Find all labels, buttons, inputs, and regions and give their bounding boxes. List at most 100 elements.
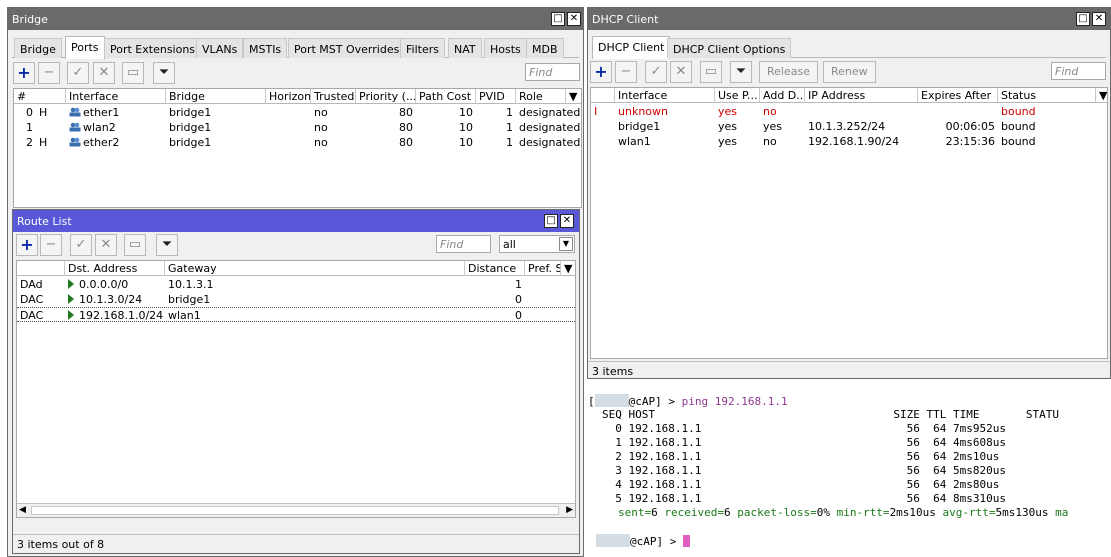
- bridge-toolbar: + − ✓ ✕ ▭ ⏷ Find: [8, 62, 583, 86]
- col-priority[interactable]: Priority (...: [356, 89, 416, 104]
- tab-dhcp-client-options[interactable]: DHCP Client Options: [667, 38, 792, 58]
- close-icon[interactable]: ✕: [560, 214, 574, 228]
- comment-icon[interactable]: ▭: [124, 234, 146, 256]
- dhcp-find-input[interactable]: Find: [1051, 62, 1106, 80]
- row-status: bound: [1001, 105, 1036, 118]
- col-trusted[interactable]: Trusted: [311, 89, 356, 104]
- filter-icon[interactable]: ⏷: [153, 62, 175, 84]
- dropdown-arrow-icon[interactable]: ▼: [559, 237, 573, 251]
- horizontal-scrollbar[interactable]: ◀ ▶: [17, 503, 575, 517]
- col-role[interactable]: Role: [516, 89, 566, 104]
- col-pref-src[interactable]: Pref. S: [525, 261, 561, 276]
- col-status[interactable]: Status: [998, 88, 1096, 103]
- close-icon[interactable]: ✕: [567, 12, 581, 26]
- ping-reply-line: 1 192.168.1.1 56 64 4ms608us: [602, 436, 1006, 449]
- row-priority: 80: [399, 121, 413, 134]
- row-flag: H: [39, 106, 48, 119]
- remove-icon[interactable]: −: [38, 62, 60, 84]
- col-pvid[interactable]: PVID: [476, 89, 516, 104]
- col-dst-address[interactable]: Dst. Address: [65, 261, 165, 276]
- maximize-icon[interactable]: □: [544, 214, 558, 228]
- ping-header: SEQ HOST SIZE TTL TIME STATU: [602, 408, 1059, 421]
- table-row[interactable]: 0 H ether1 bridge1 no 80 10 1 designated…: [14, 105, 581, 120]
- maximize-icon[interactable]: □: [551, 12, 565, 26]
- route-filter-select[interactable]: all ▼: [499, 235, 575, 253]
- terminal[interactable]: [@cAP] > ping 192.168.1.1 SEQ HOST SIZE …: [588, 384, 1111, 557]
- col-bridge[interactable]: Bridge: [166, 89, 266, 104]
- disable-icon[interactable]: ✕: [93, 62, 115, 84]
- col-horizon[interactable]: Horizon: [266, 89, 311, 104]
- add-icon[interactable]: +: [13, 62, 35, 84]
- col-add-default[interactable]: Add D...: [760, 88, 805, 103]
- tab-filters[interactable]: Filters: [400, 38, 445, 58]
- table-row[interactable]: 2 H ether2 bridge1 no 80 10 1 designated…: [14, 135, 581, 150]
- tab-vlans[interactable]: VLANs: [196, 38, 244, 58]
- scroll-thumb[interactable]: [31, 506, 559, 515]
- close-icon[interactable]: ✕: [1092, 12, 1106, 26]
- remove-icon[interactable]: −: [615, 61, 637, 83]
- col-interface[interactable]: Interface: [615, 88, 715, 103]
- filter-icon[interactable]: ⏷: [156, 234, 178, 256]
- tab-nat[interactable]: NAT: [448, 38, 482, 58]
- renew-button[interactable]: Renew: [823, 61, 876, 83]
- row-expires: [918, 104, 998, 119]
- col-distance[interactable]: Distance: [465, 261, 525, 276]
- bridge-ports-table: # Interface Bridge Horizon Trusted Prior…: [13, 88, 582, 208]
- table-row[interactable]: bridge1 yes yes 10.1.3.252/24 00:06:05 b…: [591, 119, 1107, 134]
- table-row[interactable]: DAd 0.0.0.0/0 10.1.3.1 1: [17, 277, 575, 292]
- route-find-input[interactable]: Find: [436, 235, 491, 253]
- col-interface[interactable]: Interface: [66, 89, 166, 104]
- tab-hosts[interactable]: Hosts: [484, 38, 527, 58]
- tab-mstis[interactable]: MSTIs: [243, 38, 288, 58]
- col-ip-address[interactable]: IP Address: [805, 88, 918, 103]
- bridge-titlebar[interactable]: Bridge □ ✕: [8, 8, 583, 30]
- filter-icon[interactable]: ⏷: [730, 61, 752, 83]
- tab-ports[interactable]: Ports: [65, 36, 105, 59]
- col-expires-after[interactable]: Expires After: [918, 88, 998, 103]
- row-horizon: [266, 120, 311, 135]
- ping-summary: sent=6 received=6 packet-loss=0% min-rtt…: [618, 506, 1068, 519]
- tab-bridge[interactable]: Bridge: [14, 38, 62, 58]
- comment-icon[interactable]: ▭: [122, 62, 144, 84]
- tab-port-extensions[interactable]: Port Extensions: [104, 38, 202, 58]
- disable-icon[interactable]: ✕: [95, 234, 117, 256]
- scroll-left-icon[interactable]: ◀: [19, 505, 26, 515]
- comment-icon[interactable]: ▭: [700, 61, 722, 83]
- release-button[interactable]: Release: [759, 61, 818, 83]
- col-gateway[interactable]: Gateway: [165, 261, 465, 276]
- column-menu-icon[interactable]: ▼: [561, 261, 575, 276]
- row-use-peer: yes: [718, 120, 738, 133]
- route-list-titlebar[interactable]: Route List □ ✕: [13, 210, 579, 232]
- summary-value: 6: [723, 506, 731, 519]
- table-row-selected[interactable]: DAC 192.168.1.0/24 wlan1 0: [17, 307, 575, 322]
- enable-icon[interactable]: ✓: [70, 234, 92, 256]
- tab-dhcp-client[interactable]: DHCP Client: [592, 36, 671, 59]
- scroll-right-icon[interactable]: ▶: [566, 505, 573, 515]
- add-icon[interactable]: +: [590, 61, 612, 83]
- row-flag: [36, 120, 61, 135]
- enable-icon[interactable]: ✓: [645, 61, 667, 83]
- row-horizon: [266, 105, 311, 120]
- column-menu-icon[interactable]: ▼: [566, 89, 581, 104]
- col-use-peer[interactable]: Use P...: [715, 88, 760, 103]
- table-row-invalid[interactable]: I unknown yes no bound: [591, 104, 1107, 119]
- dhcp-titlebar[interactable]: DHCP Client □ ✕: [588, 8, 1110, 30]
- enable-icon[interactable]: ✓: [67, 62, 89, 84]
- add-icon[interactable]: +: [16, 234, 38, 256]
- disable-icon[interactable]: ✕: [670, 61, 692, 83]
- column-menu-icon[interactable]: ▼: [1096, 88, 1107, 103]
- row-priority: 80: [399, 106, 413, 119]
- table-row[interactable]: 1 wlan2 bridge1 no 80 10 1 designated p: [14, 120, 581, 135]
- table-row[interactable]: DAC 10.1.3.0/24 bridge1 0: [17, 292, 575, 307]
- tab-port-mst-overrides[interactable]: Port MST Overrides: [288, 38, 406, 58]
- maximize-icon[interactable]: □: [1076, 12, 1090, 26]
- bridge-find-input[interactable]: Find: [525, 63, 580, 81]
- row-distance: 0: [515, 309, 522, 322]
- col-num[interactable]: #: [14, 89, 66, 104]
- col-flags[interactable]: [17, 261, 65, 276]
- remove-icon[interactable]: −: [40, 234, 62, 256]
- table-row[interactable]: wlan1 yes no 192.168.1.90/24 23:15:36 bo…: [591, 134, 1107, 149]
- col-path-cost[interactable]: Path Cost: [416, 89, 476, 104]
- col-flag[interactable]: [591, 88, 615, 103]
- tab-mdb[interactable]: MDB: [526, 38, 564, 58]
